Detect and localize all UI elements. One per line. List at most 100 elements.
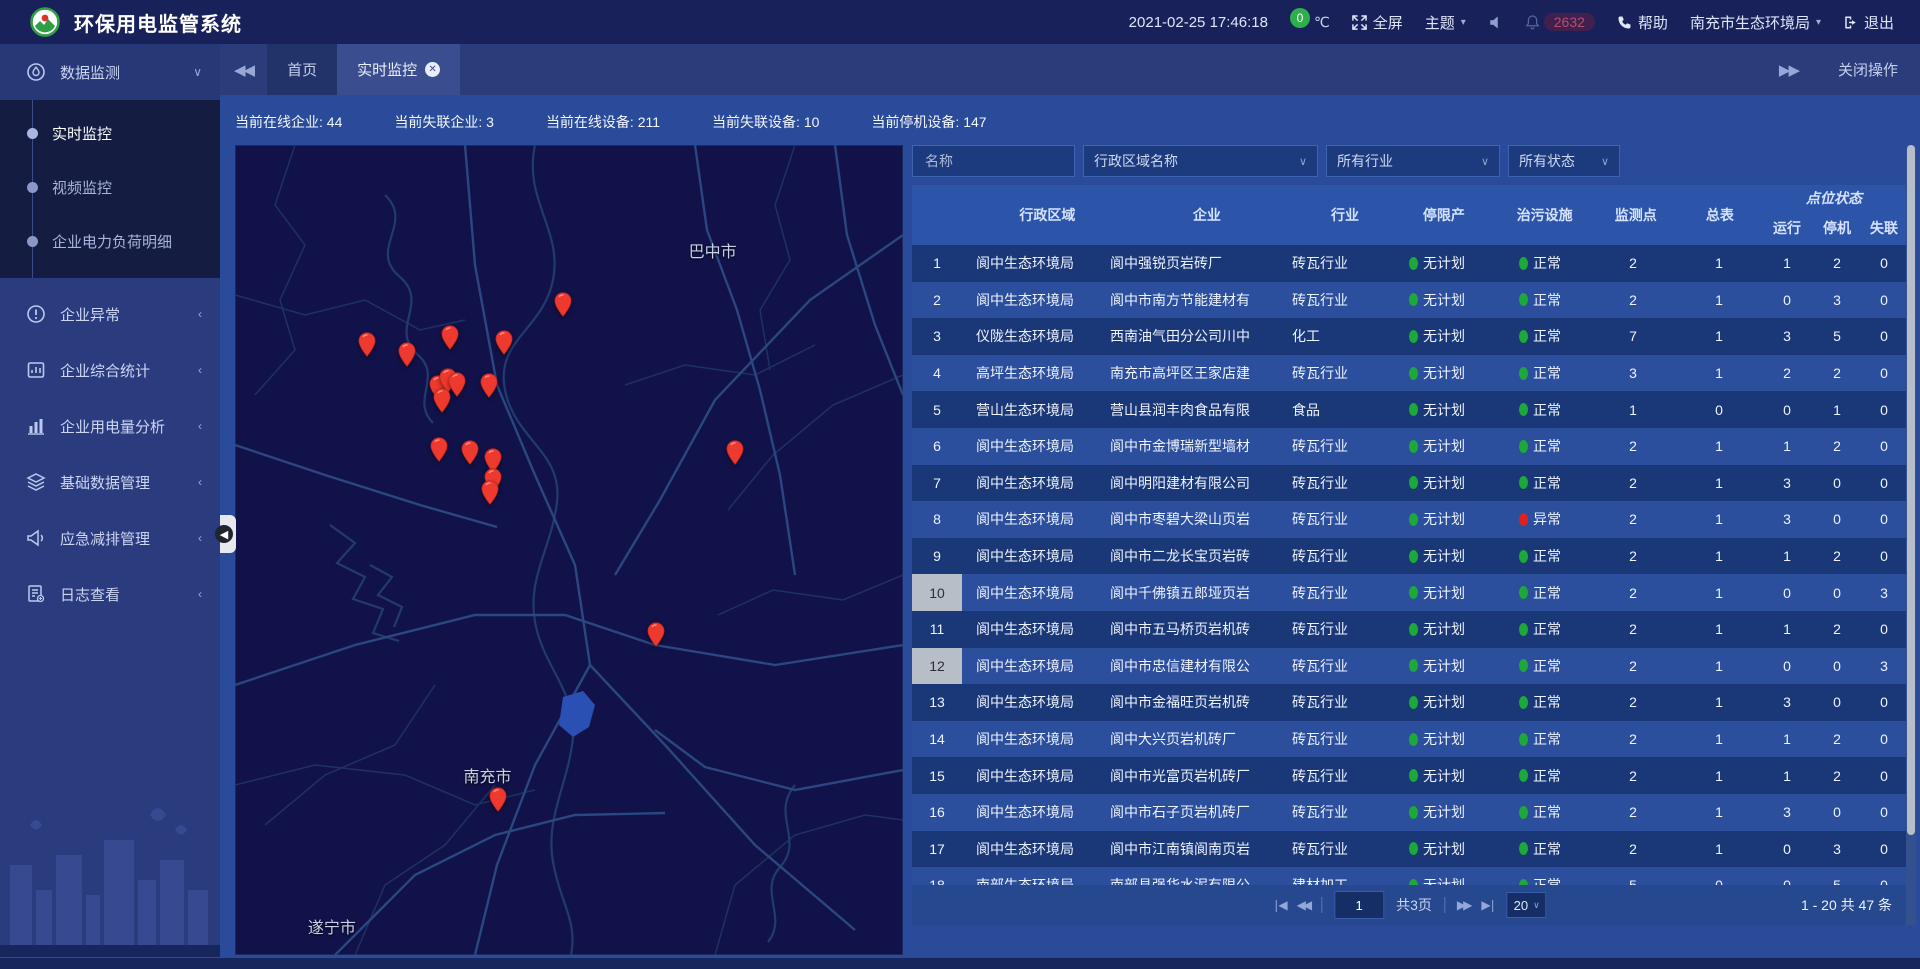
table-row[interactable]: 5营山生态环境局营山县润丰肉食品有限食品无计划正常10010 xyxy=(912,391,1906,428)
sidebar-item-realtime-monitor[interactable]: 实时监控 xyxy=(0,106,220,160)
cell-lost-count: 0 xyxy=(1862,548,1906,564)
total-pages-label: 共3页 xyxy=(1396,895,1432,915)
name-filter-field[interactable] xyxy=(912,145,1075,177)
map-pin-icon[interactable] xyxy=(441,325,459,350)
table-row[interactable]: 6阆中生态环境局阆中市金博瑞新型墙材砖瓦行业无计划正常21120 xyxy=(912,428,1906,465)
status-dot-icon xyxy=(1409,476,1418,489)
map-panel[interactable]: 巴中市南充市遂宁市 xyxy=(235,145,903,955)
sidebar-item-power-load-detail[interactable]: 企业电力负荷明细 xyxy=(0,214,220,268)
map-pin-icon[interactable] xyxy=(358,332,376,357)
table-row[interactable]: 18南部生态环境局南部县强华水泥有限公建材加工无计划正常50050 xyxy=(912,867,1906,885)
statistics-icon xyxy=(26,360,46,380)
cell-stop-status: 无计划 xyxy=(1384,363,1490,383)
name-filter-input[interactable] xyxy=(923,152,1064,170)
cell-stopped-count: 0 xyxy=(1812,694,1862,710)
sidebar: 数据监测 ∨ 实时监控 视频监控 企业电力负荷明细 企业异常 ‹ 企业综合统计 … xyxy=(0,44,220,957)
cell-total-meter: 1 xyxy=(1676,548,1762,564)
fullscreen-button[interactable]: 全屏 xyxy=(1352,12,1403,33)
tab-close-icon[interactable]: ✕ xyxy=(425,62,440,77)
cell-region: 阆中生态环境局 xyxy=(962,583,1110,603)
notifications-button[interactable]: 2632 xyxy=(1525,13,1595,31)
map-pin-icon[interactable] xyxy=(480,373,498,398)
sidebar-item-base-data[interactable]: 基础数据管理 ‹ xyxy=(0,454,220,510)
page-size-select[interactable]: 20 ∨ xyxy=(1507,892,1547,918)
org-menu-button[interactable]: 南充市生态环境局 ▾ xyxy=(1690,12,1821,33)
tab-home[interactable]: 首页 xyxy=(267,44,337,95)
status-filter-select[interactable]: 所有状态 ∨ xyxy=(1508,145,1620,177)
map-pin-icon[interactable] xyxy=(647,622,665,647)
help-button[interactable]: 帮助 xyxy=(1617,12,1668,33)
sidebar-item-video-monitor[interactable]: 视频监控 xyxy=(0,160,220,214)
sidebar-item-data-monitor[interactable]: 数据监测 ∨ xyxy=(0,44,220,100)
status-dot-icon xyxy=(1409,257,1418,270)
map-pin-icon[interactable] xyxy=(554,292,572,317)
table-row[interactable]: 13阆中生态环境局阆中市金福旺页岩机砖砖瓦行业无计划正常21300 xyxy=(912,684,1906,721)
table-row[interactable]: 17阆中生态环境局阆中市江南镇阆南页岩砖瓦行业无计划正常21030 xyxy=(912,831,1906,868)
pagination-range-label: 1 - 20 共 47 条 xyxy=(1801,895,1906,915)
chevron-left-icon: ◀ xyxy=(215,525,233,543)
scrollbar-thumb[interactable] xyxy=(1907,145,1915,835)
region-filter-select[interactable]: 行政区域名称 ∨ xyxy=(1083,145,1318,177)
table-row[interactable]: 10阆中生态环境局阆中千佛镇五郎垭页岩砖瓦行业无计划正常21003 xyxy=(912,574,1906,611)
map-pin-icon[interactable] xyxy=(398,342,416,367)
theme-button[interactable]: 主题 ▾ xyxy=(1425,12,1466,33)
cell-lost-count: 3 xyxy=(1862,585,1906,601)
table-scrollbar[interactable] xyxy=(1906,145,1916,925)
prev-page-button[interactable]: ◀◀ xyxy=(1297,898,1309,912)
cell-region: 阆中生态环境局 xyxy=(962,619,1110,639)
first-page-button[interactable]: ❘◀ xyxy=(1271,898,1284,912)
close-operations-button[interactable]: 关闭操作 xyxy=(1838,59,1898,80)
cell-lost-count: 0 xyxy=(1862,475,1906,491)
status-dot-icon xyxy=(1409,696,1418,709)
map-pin-icon[interactable] xyxy=(433,388,451,413)
map-pin-icon[interactable] xyxy=(461,440,479,465)
map-pin-icon[interactable] xyxy=(489,787,507,812)
next-page-button[interactable]: ▶▶ xyxy=(1457,898,1469,912)
status-dot-icon xyxy=(1519,550,1528,563)
last-page-button[interactable]: ▶❘ xyxy=(1481,898,1494,912)
cell-stop-status: 无计划 xyxy=(1384,546,1490,566)
sidebar-collapse-button[interactable]: ◀ xyxy=(220,515,236,553)
table-row[interactable]: 11阆中生态环境局阆中市五马桥页岩机砖砖瓦行业无计划正常21120 xyxy=(912,611,1906,648)
table-row[interactable]: 9阆中生态环境局阆中市二龙长宝页岩砖砖瓦行业无计划正常21120 xyxy=(912,538,1906,575)
group-header-label: 点位状态 xyxy=(1762,185,1906,211)
sidebar-item-emergency-reduction[interactable]: 应急减排管理 ‹ xyxy=(0,510,220,566)
page-number-input[interactable] xyxy=(1334,891,1384,919)
select-value: 所有状态 xyxy=(1519,151,1575,171)
mute-button[interactable] xyxy=(1488,15,1503,30)
table-row[interactable]: 8阆中生态环境局阆中市枣碧大梁山页岩砖瓦行业无计划异常21300 xyxy=(912,501,1906,538)
cell-stop-status: 无计划 xyxy=(1384,656,1490,676)
cell-lost-count: 0 xyxy=(1862,292,1906,308)
table-row[interactable]: 7阆中生态环境局阆中明阳建材有限公司砖瓦行业无计划正常21300 xyxy=(912,465,1906,502)
map-pin-icon[interactable] xyxy=(430,437,448,462)
sidebar-item-company-statistics[interactable]: 企业综合统计 ‹ xyxy=(0,342,220,398)
industry-filter-select[interactable]: 所有行业 ∨ xyxy=(1326,145,1500,177)
cell-run-count: 1 xyxy=(1762,548,1812,564)
logout-button[interactable]: 退出 xyxy=(1843,12,1894,33)
sidebar-item-log-view[interactable]: 日志查看 ‹ xyxy=(0,566,220,622)
table-row[interactable]: 1阆中生态环境局阆中强锐页岩砖厂砖瓦行业无计划正常21120 xyxy=(912,245,1906,282)
cell-region: 阆中生态环境局 xyxy=(962,436,1110,456)
table-row[interactable]: 4高坪生态环境局南充市高坪区王家店建砖瓦行业无计划正常31220 xyxy=(912,355,1906,392)
status-dot-icon xyxy=(1519,659,1528,672)
cell-company: 营山县润丰肉食品有限 xyxy=(1110,400,1288,420)
map-pin-icon[interactable] xyxy=(495,330,513,355)
table-row[interactable]: 16阆中生态环境局阆中市石子页岩机砖厂砖瓦行业无计划正常21300 xyxy=(912,794,1906,831)
tab-realtime-monitor[interactable]: 实时监控 ✕ xyxy=(337,44,460,95)
sidebar-item-company-abnormal[interactable]: 企业异常 ‹ xyxy=(0,286,220,342)
sidebar-item-power-analysis[interactable]: 企业用电量分析 ‹ xyxy=(0,398,220,454)
table-row[interactable]: 2阆中生态环境局阆中市南方节能建材有砖瓦行业无计划正常21030 xyxy=(912,282,1906,319)
cell-total-meter: 1 xyxy=(1676,731,1762,747)
table-row[interactable]: 12阆中生态环境局阆中市忠信建材有限公砖瓦行业无计划正常21003 xyxy=(912,648,1906,685)
table-row[interactable]: 15阆中生态环境局阆中市光富页岩机砖厂砖瓦行业无计划正常21120 xyxy=(912,757,1906,794)
tabs-scroll-right-button[interactable]: ▶▶ xyxy=(1765,61,1812,79)
table-row[interactable]: 3仪陇生态环境局西南油气田分公司川中化工无计划正常71350 xyxy=(912,318,1906,355)
pagination-bar: ❘◀ ◀◀ 共3页 ▶▶ ▶❘ 20 ∨ 1 - 20 共 47 条 xyxy=(912,885,1906,925)
cell-industry: 食品 xyxy=(1288,400,1384,420)
map-pin-icon[interactable] xyxy=(726,440,744,465)
cell-facility-status: 正常 xyxy=(1490,546,1590,566)
map-pin-icon[interactable] xyxy=(481,480,499,505)
tab-bar: ◀◀ 首页 实时监控 ✕ ▶▶ 关闭操作 xyxy=(220,44,1920,95)
tabs-scroll-left-button[interactable]: ◀◀ xyxy=(220,61,267,79)
table-row[interactable]: 14阆中生态环境局阆中大兴页岩机砖厂砖瓦行业无计划正常21120 xyxy=(912,721,1906,758)
